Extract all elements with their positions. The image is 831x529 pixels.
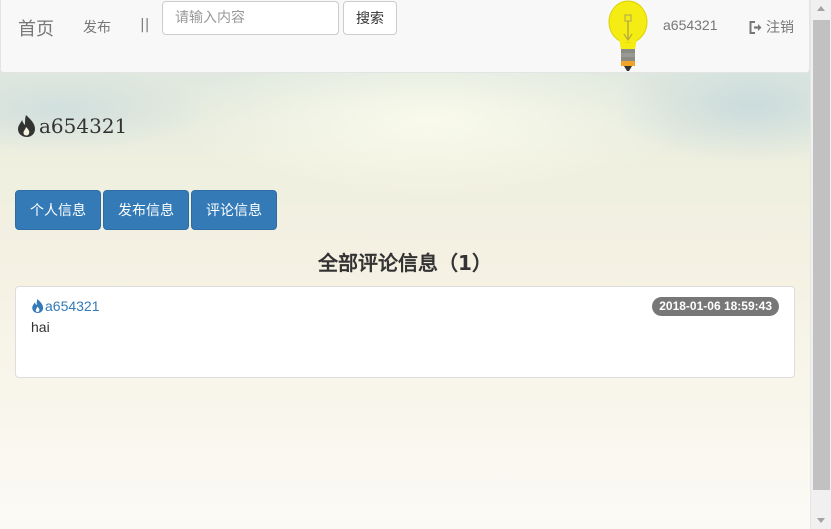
comment-author-link[interactable]: a654321 bbox=[31, 298, 100, 314]
nav-separator: || bbox=[140, 17, 150, 33]
search-input[interactable] bbox=[162, 1, 339, 35]
lightbulb-icon bbox=[608, 0, 648, 71]
logout-link[interactable]: 注销 bbox=[749, 17, 794, 37]
fire-icon bbox=[32, 299, 44, 313]
publish-link[interactable]: 发布 bbox=[83, 17, 111, 37]
scroll-down-arrow-icon[interactable] bbox=[817, 518, 825, 523]
search-button[interactable]: 搜索 bbox=[343, 1, 397, 35]
tab-personal-info[interactable]: 个人信息 bbox=[15, 190, 101, 230]
vertical-scrollbar[interactable] bbox=[810, 0, 831, 529]
comment-card: a654321 2018-01-06 18:59:43 hai bbox=[15, 286, 795, 378]
scroll-up-arrow-icon[interactable] bbox=[817, 6, 825, 11]
timestamp-badge: 2018-01-06 18:59:43 bbox=[652, 297, 779, 316]
tab-published-info[interactable]: 发布信息 bbox=[103, 190, 189, 230]
profile-header: a654321 bbox=[16, 114, 127, 138]
comment-author: a654321 bbox=[45, 298, 100, 314]
background-cloud bbox=[0, 70, 200, 150]
background-cloud bbox=[620, 70, 810, 160]
logout-icon bbox=[749, 20, 762, 34]
top-navbar: 首页 发布 || 搜索 a654321 注销 bbox=[0, 0, 810, 73]
tab-comment-info[interactable]: 评论信息 bbox=[191, 190, 277, 230]
fire-icon bbox=[18, 115, 35, 137]
profile-username: a654321 bbox=[39, 114, 128, 138]
username-link[interactable]: a654321 bbox=[663, 17, 718, 33]
logout-label: 注销 bbox=[766, 20, 794, 36]
home-link[interactable]: 首页 bbox=[18, 15, 54, 41]
comment-content: hai bbox=[31, 319, 50, 335]
section-title: 全部评论信息（1） bbox=[318, 251, 492, 275]
scrollbar-thumb[interactable] bbox=[813, 20, 830, 490]
